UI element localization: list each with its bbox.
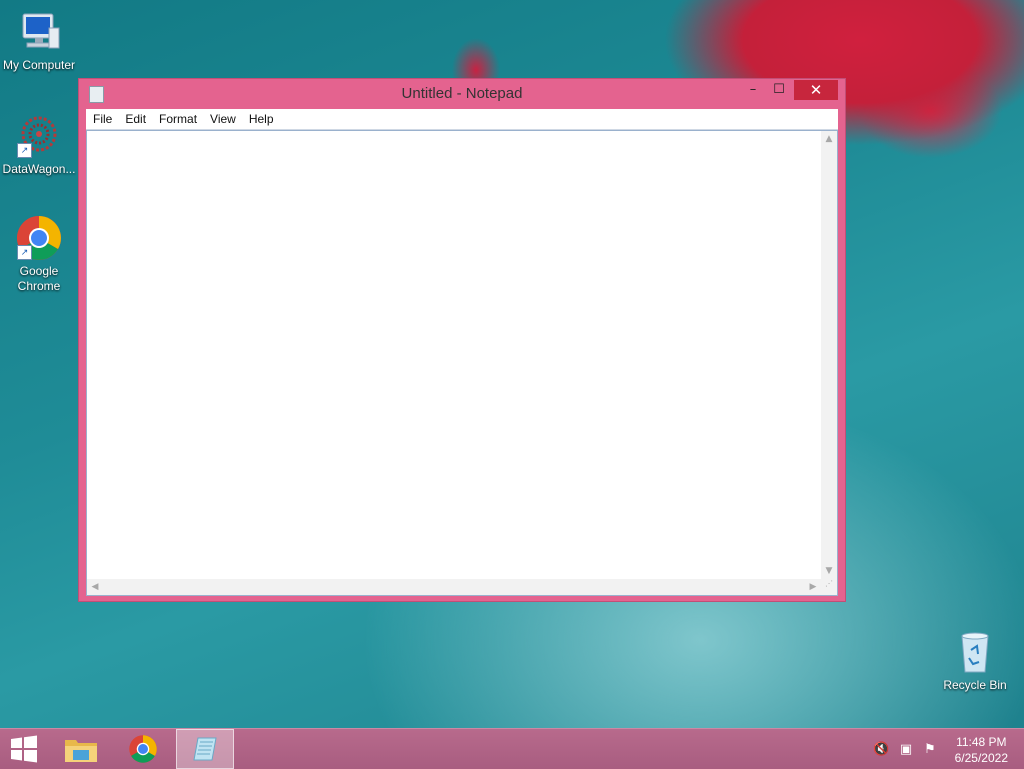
menu-bar: File Edit Format View Help	[86, 109, 838, 130]
taskbar-notepad[interactable]	[176, 729, 234, 769]
clock-date: 6/25/2022	[954, 751, 1008, 765]
my-computer-icon	[15, 8, 63, 56]
notepad-window[interactable]: Untitled - Notepad – ☐ ✕ File Edit Format V…	[78, 78, 846, 602]
network-icon[interactable]: ▣	[898, 742, 914, 758]
menu-file[interactable]: File	[86, 109, 118, 126]
menu-edit[interactable]: Edit	[118, 109, 152, 126]
desktop-icon-label: Google Chrome	[17, 264, 61, 293]
scroll-left-icon[interactable]: ◀	[87, 579, 103, 595]
notepad-icon	[193, 737, 217, 761]
menu-view[interactable]: View	[203, 109, 242, 126]
shortcut-arrow-icon: ↗	[17, 143, 32, 158]
desktop-icon-datawagon[interactable]: ↗ DataWagon...	[0, 112, 78, 177]
datawagon-icon: ↗	[15, 112, 63, 160]
taskbar-file-explorer[interactable]	[52, 729, 110, 769]
close-button[interactable]: ✕	[794, 80, 838, 100]
minimize-button[interactable]: –	[740, 80, 766, 100]
chrome-icon	[129, 735, 157, 763]
scroll-right-icon[interactable]: ▶	[805, 579, 821, 595]
scroll-down-icon[interactable]: ▼	[821, 563, 837, 579]
title-bar[interactable]: Untitled - Notepad – ☐ ✕	[79, 79, 845, 109]
shortcut-arrow-icon: ↗	[17, 245, 32, 260]
desktop-icon-google-chrome[interactable]: ↗ Google Chrome	[0, 214, 78, 294]
menu-format[interactable]: Format	[152, 109, 203, 126]
start-button[interactable]	[0, 729, 48, 769]
scroll-up-icon[interactable]: ▲	[821, 131, 837, 147]
recycle-bin-icon	[951, 628, 999, 676]
windows-start-icon	[11, 735, 37, 763]
resize-grip-icon[interactable]: ⋰	[821, 579, 837, 595]
chrome-icon: ↗	[15, 214, 63, 262]
file-explorer-icon	[65, 740, 97, 762]
menu-help[interactable]: Help	[242, 109, 280, 126]
vertical-scrollbar[interactable]: ▲ ▼	[821, 131, 837, 579]
desktop-icon-label: DataWagon...	[2, 162, 76, 176]
volume-muted-icon[interactable]: 🔇	[873, 742, 889, 758]
horizontal-scrollbar[interactable]: ◀ ▶	[87, 579, 821, 595]
taskbar-chrome[interactable]	[114, 729, 172, 769]
desktop-icon-label: My Computer	[2, 58, 76, 72]
window-title: Untitled - Notepad	[401, 85, 523, 102]
desktop-icon-recycle-bin[interactable]: Recycle Bin	[936, 628, 1014, 693]
clock-time: 11:48 PM	[956, 735, 1007, 749]
taskbar: 🔇 ▣ ⚑ 11:48 PM 6/25/2022	[0, 728, 1024, 769]
text-editor-area[interactable]: ▲ ▼ ◀ ▶ ⋰	[86, 130, 838, 596]
maximize-button[interactable]: ☐	[766, 80, 792, 100]
taskbar-clock[interactable]: 11:48 PM 6/25/2022	[955, 734, 1008, 766]
desktop-icon-label: Recycle Bin	[943, 678, 1007, 692]
action-center-flag-icon[interactable]: ⚑	[922, 742, 938, 758]
desktop-icon-my-computer[interactable]: My Computer	[0, 8, 78, 73]
